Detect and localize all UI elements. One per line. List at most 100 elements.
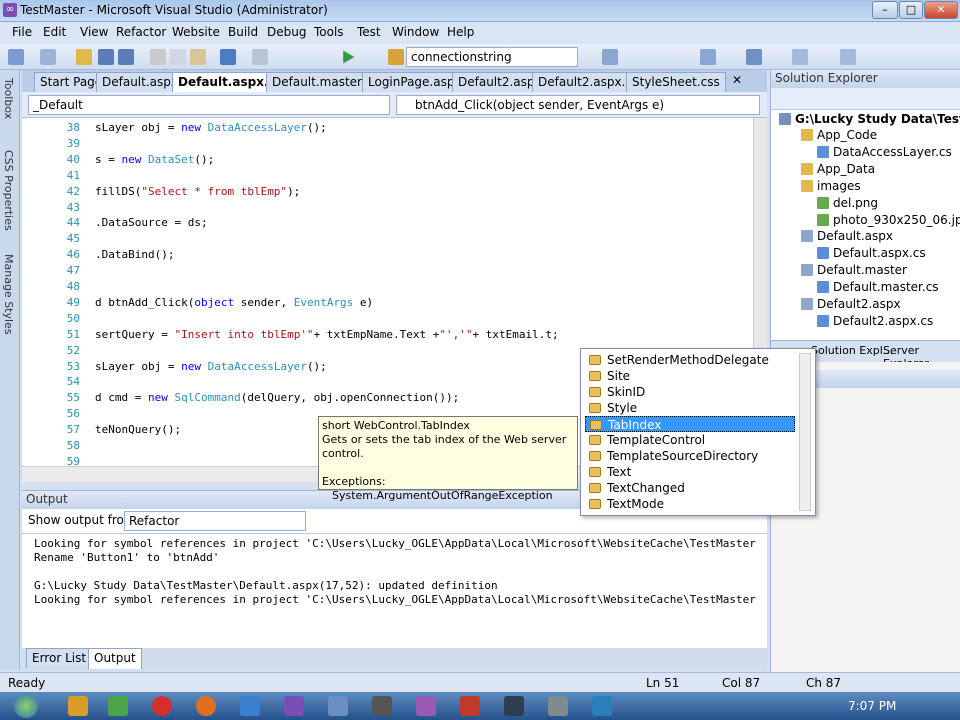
menu-website[interactable]: Website: [172, 25, 220, 39]
menu-tools[interactable]: Tools: [314, 25, 344, 39]
completion-item[interactable]: Style: [585, 400, 795, 416]
menu-edit[interactable]: Edit: [43, 25, 66, 39]
solution-item[interactable]: Default2.aspx: [801, 297, 901, 311]
visual-studio-icon[interactable]: ∞: [3, 3, 17, 17]
completion-item[interactable]: SkinID: [585, 384, 795, 400]
completion-item[interactable]: TemplateSourceDirectory: [585, 448, 795, 464]
open-folder-icon[interactable]: [76, 49, 92, 65]
completion-item[interactable]: TextChanged: [585, 480, 795, 496]
code-line[interactable]: .DataSource = ds;: [95, 216, 208, 229]
code-line[interactable]: sLayer obj = new DataAccessLayer();: [95, 360, 327, 373]
firefox-icon[interactable]: [196, 696, 216, 716]
menu-file[interactable]: File: [12, 25, 32, 39]
properties-icon[interactable]: [840, 49, 856, 65]
visual-studio-taskbar-icon[interactable]: [284, 696, 304, 716]
minimize-button[interactable]: –: [872, 1, 898, 19]
save-all-icon[interactable]: [118, 49, 134, 65]
menu-view[interactable]: View: [80, 25, 108, 39]
code-line[interactable]: fillDS("Select * from tblEmp");: [95, 185, 300, 198]
completion-item[interactable]: TemplateControl: [585, 432, 795, 448]
maximize-button[interactable]: □: [899, 1, 923, 19]
output-source-combo[interactable]: Refactor: [124, 511, 306, 531]
code-line[interactable]: .DataBind();: [95, 248, 174, 261]
completion-item[interactable]: TabIndex: [585, 416, 795, 432]
menu-build[interactable]: Build: [228, 25, 258, 39]
app1-icon[interactable]: [68, 696, 88, 716]
start-button-icon[interactable]: [14, 694, 38, 718]
code-line[interactable]: teNonQuery();: [95, 423, 181, 436]
toolbox-tab[interactable]: Toolbox: [2, 78, 15, 119]
tab-solution-explorer[interactable]: Solution Expl...: [811, 344, 893, 357]
solution-root[interactable]: G:\Lucky Study Data\TestM...: [779, 112, 960, 126]
tab-output[interactable]: Output: [88, 648, 142, 669]
clock[interactable]: 7:07 PM: [848, 699, 896, 713]
app10-icon[interactable]: [460, 696, 480, 716]
paste-icon[interactable]: [190, 49, 206, 65]
indent-icon[interactable]: [700, 49, 716, 65]
tab-stylesheet-css[interactable]: StyleSheet.css: [626, 72, 726, 92]
completion-scrollbar[interactable]: [799, 353, 811, 511]
code-line[interactable]: sLayer obj = new DataAccessLayer();: [95, 121, 327, 134]
solution-explorer-icon[interactable]: [602, 49, 618, 65]
app12-icon[interactable]: [548, 696, 568, 716]
app9-icon[interactable]: [416, 696, 436, 716]
completion-item[interactable]: Text: [585, 464, 795, 480]
menu-debug[interactable]: Debug: [267, 25, 306, 39]
solution-item[interactable]: Default.master.cs: [817, 280, 939, 294]
app7-icon[interactable]: [328, 696, 348, 716]
class-combo[interactable]: _Default: [28, 95, 390, 115]
completion-item[interactable]: SetRenderMethodDelegate: [585, 352, 795, 368]
save-icon[interactable]: [98, 49, 114, 65]
line-number: 53: [66, 359, 80, 373]
code-line[interactable]: d btnAdd_Click(object sender, EventArgs …: [95, 296, 373, 309]
folder-file-icon: [801, 129, 813, 141]
solution-item[interactable]: App_Code: [801, 128, 877, 142]
code-line[interactable]: sertQuery = "Insert into tblEmp'"+ txtEm…: [95, 328, 559, 341]
menu-test[interactable]: Test: [357, 25, 381, 39]
solution-item[interactable]: del.png: [817, 196, 878, 210]
copy-icon[interactable]: [170, 49, 186, 65]
css-properties-tab[interactable]: CSS Properties: [2, 150, 15, 231]
menu-refactor[interactable]: Refactor: [116, 25, 166, 39]
menu-window[interactable]: Window: [392, 25, 439, 39]
intellisense-list[interactable]: SetRenderMethodDelegate Site SkinID Style Ta…: [580, 348, 816, 516]
comment-icon[interactable]: [746, 49, 762, 65]
tab-error-list[interactable]: Error List: [26, 648, 93, 668]
app8-icon[interactable]: [372, 696, 392, 716]
close-tab-icon[interactable]: ✕: [732, 73, 742, 87]
output-line: Looking for symbol references in project…: [34, 537, 756, 550]
cut-icon[interactable]: [150, 49, 166, 65]
solution-item[interactable]: photo_930x250_06.jpg: [817, 213, 960, 227]
undo-icon[interactable]: [220, 49, 236, 65]
img-file-icon: [817, 196, 829, 209]
menu-help[interactable]: Help: [447, 25, 474, 39]
toolbox-icon[interactable]: [792, 49, 808, 65]
new-project-icon[interactable]: [8, 49, 24, 65]
member-combo[interactable]: btnAdd_Click(object sender, EventArgs e): [396, 95, 760, 115]
find-combo[interactable]: connectionstring: [406, 47, 578, 67]
solution-item-label: Default.aspx: [817, 229, 893, 244]
chrome-icon[interactable]: [108, 696, 128, 716]
opera-icon[interactable]: [152, 696, 172, 716]
add-item-icon[interactable]: [40, 49, 56, 65]
app13-icon[interactable]: [592, 696, 612, 716]
line-number: 43: [66, 200, 80, 214]
close-button[interactable]: ✕: [924, 1, 958, 19]
solution-item[interactable]: images: [801, 179, 861, 193]
solution-item[interactable]: Default.aspx: [801, 229, 893, 243]
solution-item[interactable]: Default.master: [801, 263, 907, 277]
app11-icon[interactable]: [504, 696, 524, 716]
code-line[interactable]: d cmd = new SqlCommand(delQuery, obj.ope…: [95, 391, 459, 404]
solution-item[interactable]: DataAccessLayer.cs: [817, 145, 952, 159]
app5-icon[interactable]: [240, 696, 260, 716]
code-line[interactable]: s = new DataSet();: [95, 153, 214, 166]
solution-item[interactable]: App_Data: [801, 162, 875, 176]
start-debugging-icon[interactable]: [343, 50, 355, 64]
redo-icon[interactable]: [252, 49, 268, 65]
solution-item[interactable]: Default2.aspx.cs: [817, 314, 933, 328]
manage-styles-tab[interactable]: Manage Styles: [2, 254, 15, 335]
solution-item[interactable]: Default.aspx.cs: [817, 246, 926, 260]
completion-item[interactable]: TextMode: [585, 496, 795, 512]
find-icon[interactable]: [388, 49, 404, 65]
completion-item[interactable]: Site: [585, 368, 795, 384]
